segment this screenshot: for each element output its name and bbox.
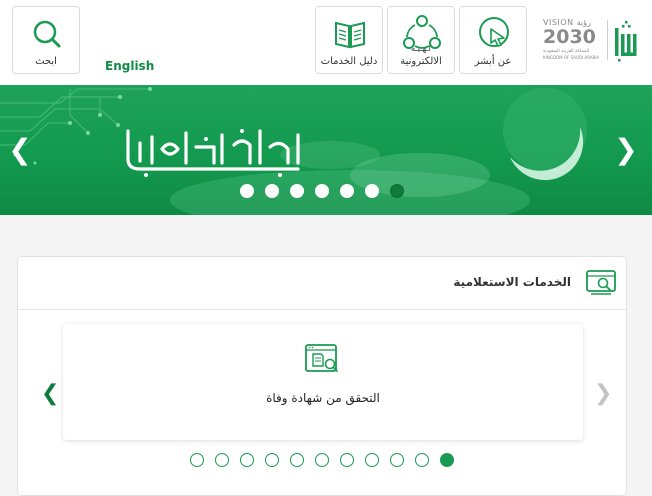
inquiry-services-card: الخدمات الاستعلامية ❮ ❯ التحقق من شهادة …	[17, 256, 627, 496]
pagination-dot[interactable]	[240, 453, 254, 467]
about-absher-label: عن أبشر	[474, 56, 512, 67]
pagination-dot[interactable]	[340, 453, 354, 467]
pagination-dot[interactable]	[390, 184, 404, 198]
site-header: ابحث English دليل الخدمات اـهـيـه الالكت…	[0, 0, 652, 85]
eservices-overflow-text: اـهـيـه	[411, 44, 431, 53]
pagination-dot[interactable]	[365, 184, 379, 198]
pagination-dot[interactable]	[240, 184, 254, 198]
card-header: الخدمات الاستعلامية	[18, 257, 626, 310]
pagination-dot[interactable]	[265, 184, 279, 198]
logo-divider	[607, 20, 608, 60]
ramadan-greeting	[122, 123, 312, 179]
service-label: التحقق من شهادة وفاة	[266, 391, 380, 405]
pagination-dot[interactable]	[315, 453, 329, 467]
monitor-search-icon	[585, 269, 617, 297]
about-absher-button[interactable]: عن أبشر	[459, 6, 527, 74]
search-icon	[13, 13, 79, 53]
pagination-dot[interactable]	[440, 453, 454, 467]
pagination-dot[interactable]	[415, 453, 429, 467]
pagination-dot[interactable]	[290, 184, 304, 198]
absher-logo[interactable]	[612, 18, 642, 62]
hero-banner: ❮ ❯	[0, 85, 652, 215]
services-guide-button[interactable]: دليل الخدمات	[315, 6, 383, 74]
eservices-button[interactable]: اـهـيـه الالكترونية	[387, 6, 455, 74]
carousel-prev-arrow[interactable]: ❮	[41, 382, 59, 406]
eservices-label: الالكترونية	[400, 56, 442, 67]
search-label: ابحث	[35, 56, 57, 67]
carousel-next-arrow[interactable]: ❯	[594, 382, 612, 406]
section-title: الخدمات الاستعلامية	[453, 275, 571, 289]
banner-next-arrow[interactable]: ❯	[614, 135, 638, 165]
cursor-click-icon	[460, 13, 526, 53]
language-switch-link[interactable]: English	[105, 59, 154, 73]
service-card-death-certificate[interactable]: التحقق من شهادة وفاة	[63, 324, 583, 440]
vision-2030-logo: VISION رؤية 2030 المملكة العربية السعودي…	[543, 18, 600, 60]
pagination-dot[interactable]	[390, 453, 404, 467]
pagination-dot[interactable]	[340, 184, 354, 198]
pagination-dot[interactable]	[265, 453, 279, 467]
pagination-dot[interactable]	[315, 184, 329, 198]
search-button[interactable]: ابحث	[12, 6, 80, 74]
certificate-search-icon	[304, 343, 340, 377]
pagination-dot[interactable]	[190, 453, 204, 467]
pagination-dot[interactable]	[215, 453, 229, 467]
banner-prev-arrow[interactable]: ❮	[8, 135, 32, 165]
pagination-dot[interactable]	[365, 453, 379, 467]
pagination-dot[interactable]	[290, 453, 304, 467]
book-icon	[316, 13, 382, 53]
services-guide-label: دليل الخدمات	[320, 56, 378, 67]
